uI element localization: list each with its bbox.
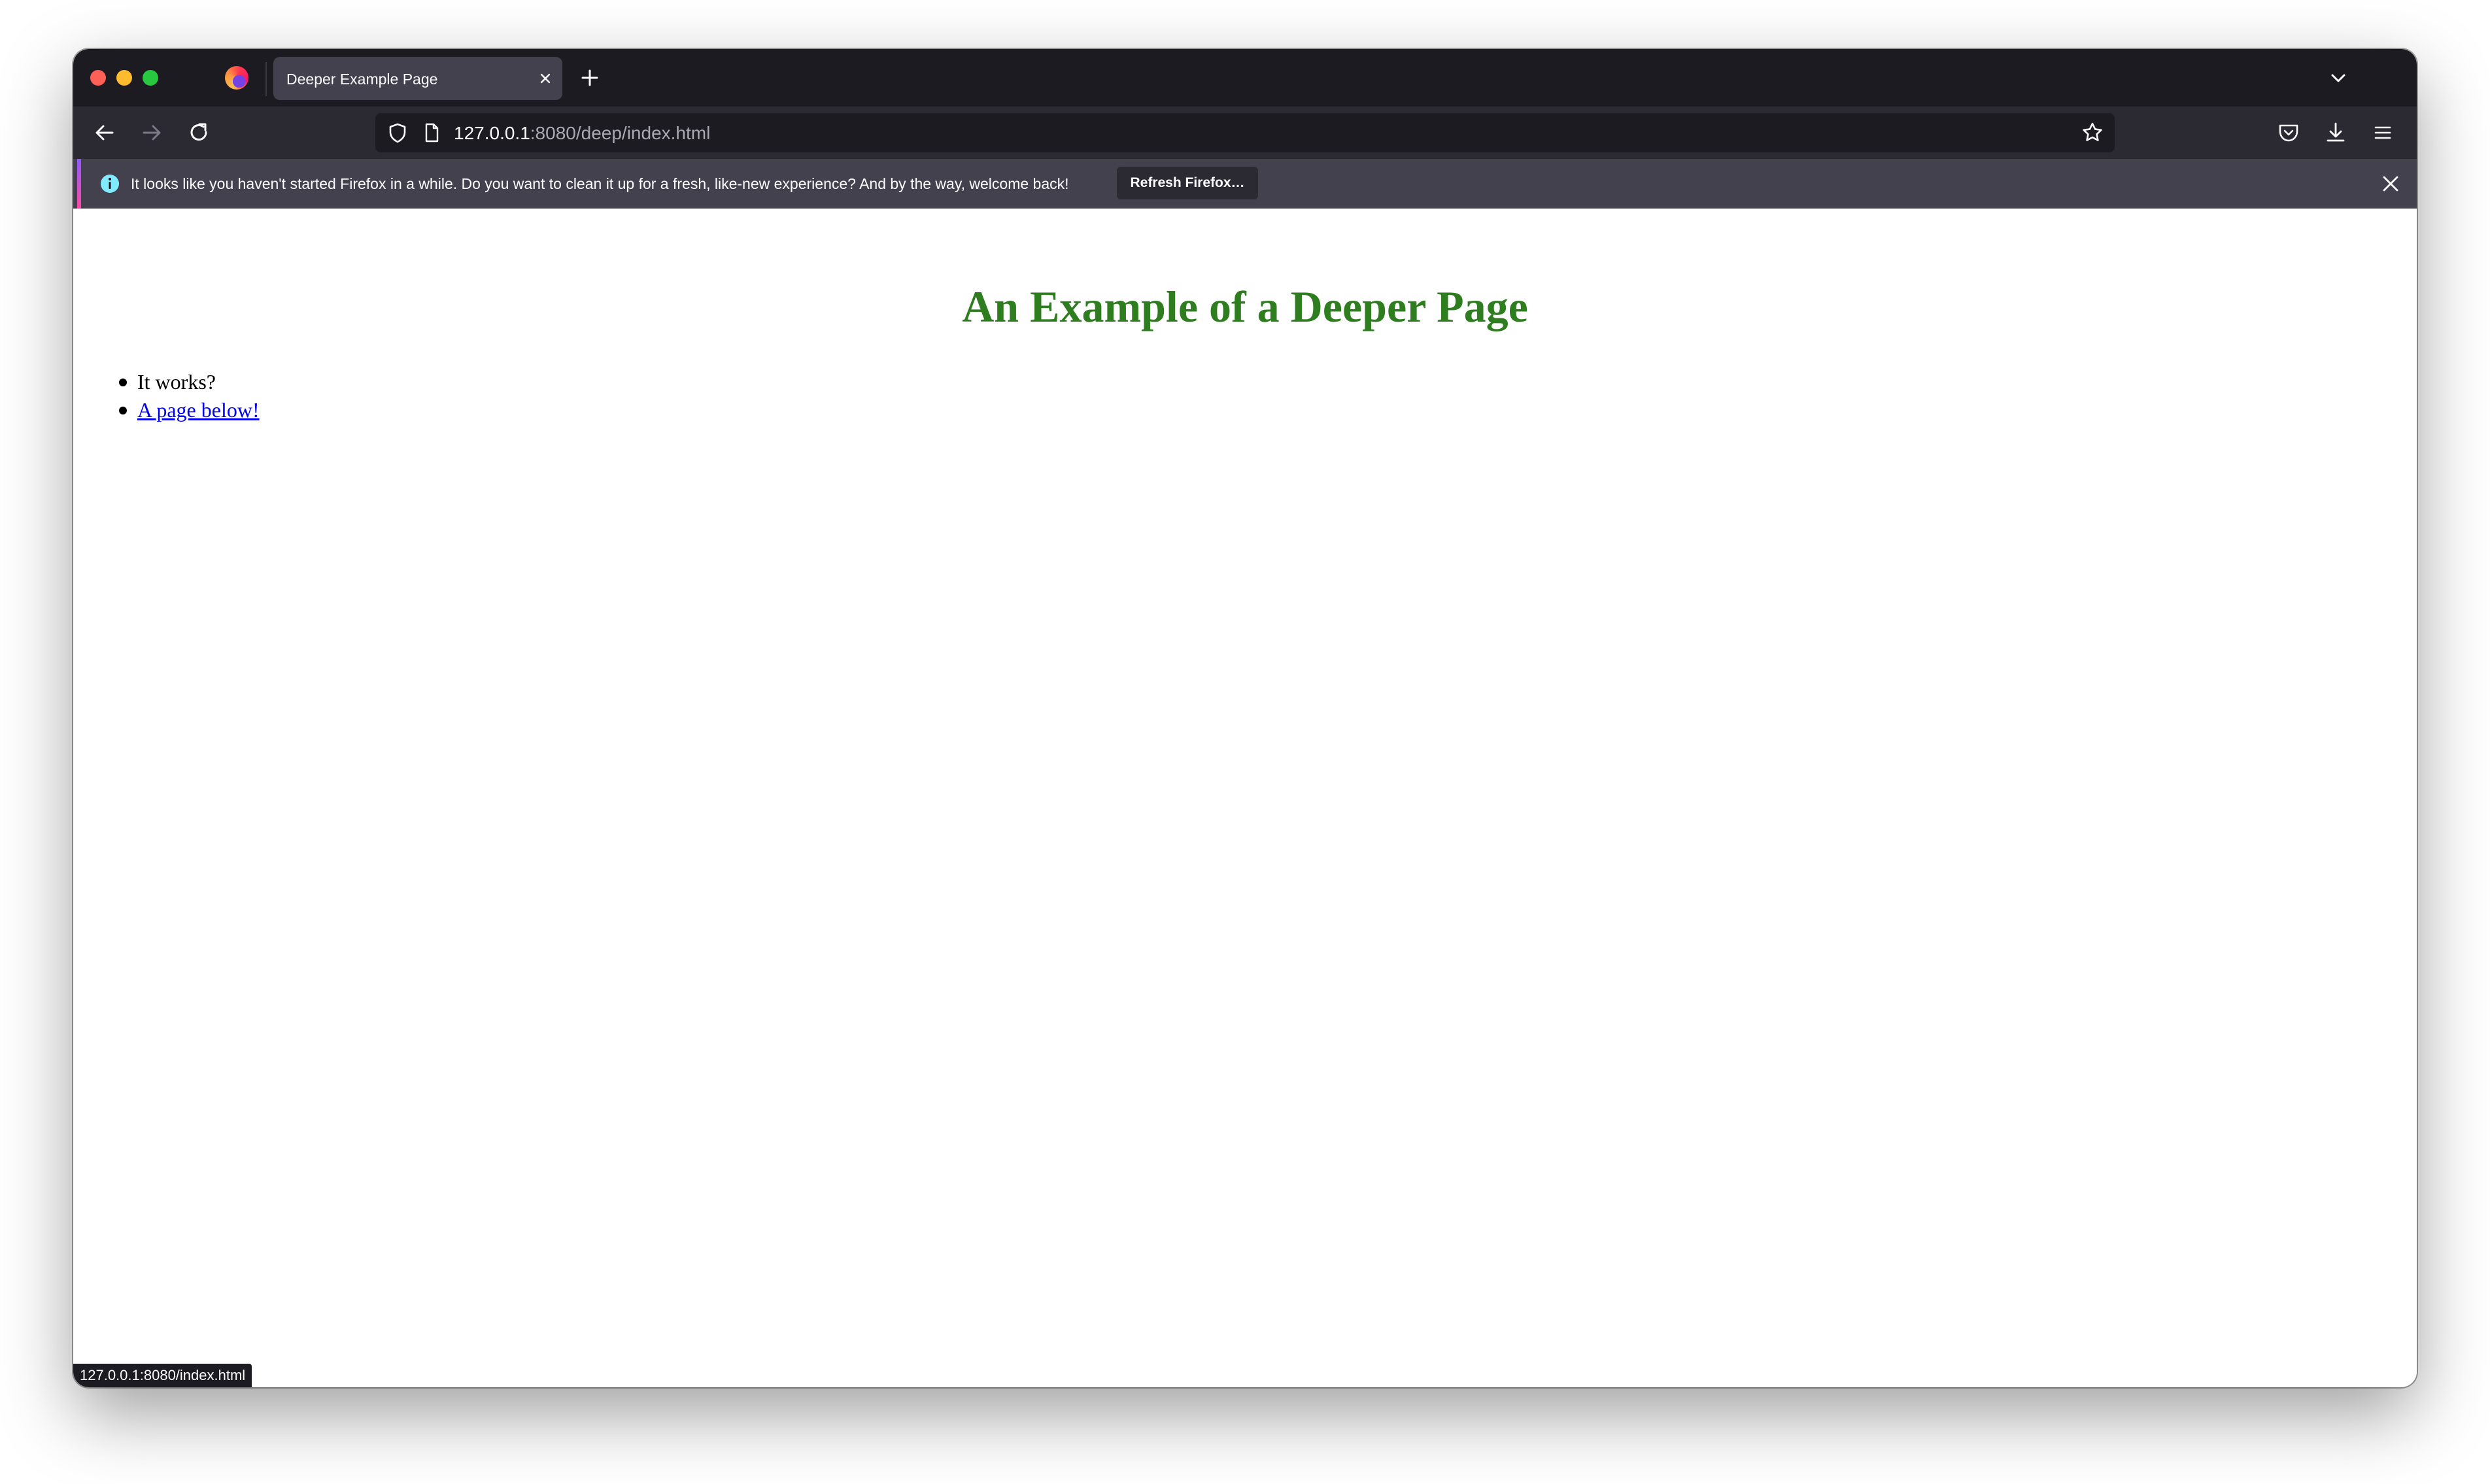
navigation-toolbar: 127.0.0.1:8080/deep/index.html — [73, 107, 2417, 159]
tab-close-icon[interactable] — [535, 68, 556, 89]
tab-title: Deeper Example Page — [286, 71, 438, 88]
window-maximize-button[interactable] — [143, 70, 158, 86]
list-item: A page below! — [119, 396, 260, 424]
notification-message: It looks like you haven't started Firefo… — [131, 175, 1069, 192]
page-heading: An Example of a Deeper Page — [962, 282, 1528, 331]
page-below-link[interactable]: A page below! — [137, 398, 260, 422]
browser-window: Deeper Example Page 127.0.0.1:8080/deep/… — [73, 49, 2417, 1387]
close-icon[interactable] — [2379, 172, 2402, 195]
window-minimize-button[interactable] — [116, 70, 132, 86]
status-bar-url: 127.0.0.1:8080/index.html — [73, 1364, 252, 1387]
url-bar[interactable]: 127.0.0.1:8080/deep/index.html — [375, 113, 2115, 152]
window-close-button[interactable] — [90, 70, 106, 86]
new-tab-icon[interactable] — [578, 66, 602, 90]
tab-list-chevron-icon[interactable] — [2327, 66, 2350, 90]
list-item: It works? — [119, 368, 260, 396]
forward-arrow-icon[interactable] — [137, 118, 166, 147]
bookmark-star-icon[interactable] — [2079, 120, 2106, 146]
notification-accent-stripe — [77, 159, 81, 209]
info-icon — [99, 173, 120, 194]
url-path: :8080/deep/index.html — [530, 123, 711, 143]
reload-icon[interactable] — [184, 118, 213, 147]
page-list: It works? A page below! — [119, 368, 260, 424]
tab-active[interactable]: Deeper Example Page — [273, 57, 562, 100]
url-host: 127.0.0.1 — [454, 123, 530, 143]
refresh-firefox-button[interactable]: Refresh Firefox… — [1117, 167, 1258, 199]
page-icon[interactable] — [420, 121, 443, 144]
tab-strip: Deeper Example Page — [73, 49, 2417, 107]
refresh-notification-bar: It looks like you haven't started Firefo… — [73, 159, 2417, 209]
download-icon[interactable] — [2321, 118, 2350, 147]
tracking-shield-icon[interactable] — [386, 121, 409, 144]
hamburger-menu-icon[interactable] — [2368, 118, 2397, 147]
list-item-text: It works? — [137, 370, 216, 394]
page-content: An Example of a Deeper Page It works? A … — [73, 212, 2417, 1387]
url-text[interactable]: 127.0.0.1:8080/deep/index.html — [454, 123, 710, 144]
back-arrow-icon[interactable] — [90, 118, 119, 147]
tab-separator — [265, 62, 267, 96]
firefox-logo-icon — [225, 66, 248, 90]
pocket-icon[interactable] — [2274, 118, 2303, 147]
